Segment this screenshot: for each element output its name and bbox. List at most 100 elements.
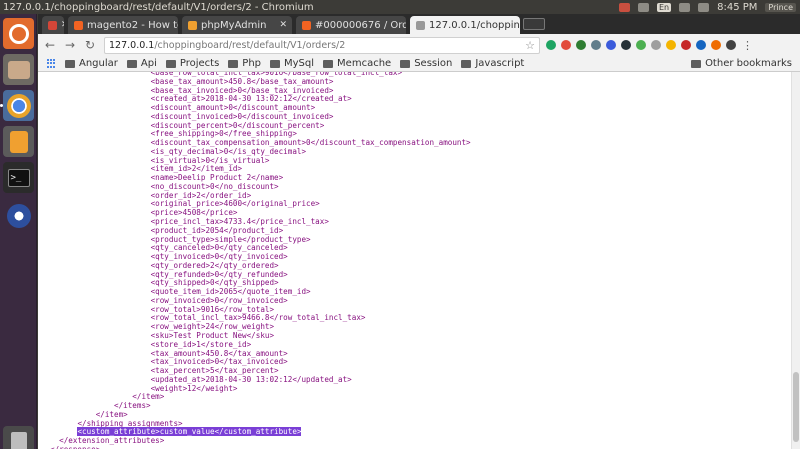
terminal-icon: >_ <box>7 168 30 187</box>
xml-text: <qty_canceled>0</qty_canceled> <box>150 243 288 253</box>
xml-text: <discount_tax_compensation_amount>0</dis… <box>150 138 471 148</box>
tab-strip: ✕ magento2 - How to ✕ phpMyAdmin ✕ #0000… <box>38 14 800 34</box>
vertical-scrollbar[interactable] <box>791 72 800 449</box>
bookmark-folder-php[interactable]: Php <box>228 58 261 69</box>
close-icon[interactable]: ✕ <box>279 20 292 30</box>
xml-text: <discount_percent>0</discount_percent> <box>150 120 325 130</box>
clock[interactable]: 8:45 PM <box>717 2 757 13</box>
browser-menu-icon[interactable]: ⋮ <box>742 39 753 52</box>
chromium-icon <box>6 93 31 118</box>
xml-text: <name>Deelip Product 2</name> <box>150 173 284 183</box>
launcher: >_ <box>0 14 37 449</box>
page-content[interactable]: <base_row_total_incl_tax>9016</base_row_… <box>38 72 800 449</box>
bookmark-folder-javascript[interactable]: Javascript <box>461 58 524 69</box>
bookmark-folder-memcache[interactable]: Memcache <box>323 58 391 69</box>
bookmark-label: Api <box>140 58 157 69</box>
bookmarks-bar: Angular Api Projects Php MySql Memcache … <box>38 56 800 72</box>
extension-icon[interactable] <box>651 40 661 50</box>
xml-text: </shipping_assignments> <box>77 418 183 428</box>
app-launcher[interactable] <box>3 200 34 231</box>
trash-launcher[interactable] <box>3 426 34 449</box>
reload-icon[interactable]: ↻ <box>82 37 98 53</box>
bookmark-folder-mysql[interactable]: MySql <box>270 58 314 69</box>
folder-icon <box>400 59 411 68</box>
tab-label: magento2 - How to <box>87 19 178 31</box>
extension-icon[interactable] <box>546 40 556 50</box>
url-path: /choppingboard/rest/default/V1/orders/2 <box>154 39 346 51</box>
extension-icon[interactable] <box>561 40 571 50</box>
xml-text: <original_price>4600</original_price> <box>150 199 320 209</box>
url-host: 127.0.0.1 <box>109 39 155 51</box>
xml-text: <is_qty_decimal>0</is_qty_decimal> <box>150 146 307 156</box>
apps-button[interactable] <box>47 59 56 68</box>
bookmark-folder-angular[interactable]: Angular <box>65 58 118 69</box>
files-launcher[interactable] <box>3 54 34 85</box>
xml-text: <sku>Test Product New</sku> <box>150 330 275 340</box>
new-tab-button[interactable] <box>523 18 545 30</box>
indicator-icon[interactable] <box>618 2 630 12</box>
wifi-icon[interactable] <box>637 2 649 12</box>
extension-icon[interactable] <box>681 40 691 50</box>
selected-xml-text: <custom_attribute>custom_value</custom_a… <box>77 427 302 437</box>
ubuntu-dash-button[interactable] <box>3 18 34 49</box>
xml-text: <tax_amount>450.8</tax_amount> <box>150 348 288 358</box>
extension-icon[interactable] <box>621 40 631 50</box>
folder-icon <box>270 59 281 68</box>
forward-icon[interactable]: → <box>62 37 78 53</box>
extension-icon[interactable] <box>711 40 721 50</box>
tab-orders-api[interactable]: 127.0.0.1/chopping ✕ <box>410 16 520 34</box>
other-bookmarks[interactable]: Other bookmarks <box>691 58 792 69</box>
running-indicator <box>0 104 3 107</box>
bookmark-label: Angular <box>79 58 118 69</box>
xml-text: <updated_at>2018-04-30 13:02:12</updated… <box>150 374 352 384</box>
extension-icon[interactable] <box>576 40 586 50</box>
folder-icon <box>323 59 334 68</box>
tab-order[interactable]: #000000676 / Order ✕ <box>296 16 406 34</box>
sublime-text-icon <box>9 130 28 153</box>
xml-text: </extension_attributes> <box>59 436 165 446</box>
extension-icon[interactable] <box>606 40 616 50</box>
extension-icon[interactable] <box>726 40 736 50</box>
folder-icon <box>691 59 702 68</box>
magento-icon <box>302 20 311 30</box>
xml-text: <row_total>9016</row_total> <box>150 304 275 314</box>
extension-icon[interactable] <box>591 40 601 50</box>
terminal-launcher[interactable]: >_ <box>3 162 34 193</box>
xml-text: <store_id>1</store_id> <box>150 339 252 349</box>
keyboard-layout-indicator[interactable]: En <box>656 2 672 12</box>
tab-label: phpMyAdmin <box>201 19 267 31</box>
xml-text: <qty_refunded>0</qty_refunded> <box>150 269 288 279</box>
xml-text: <qty_ordered>2</qty_ordered> <box>150 260 279 270</box>
extension-icon[interactable] <box>666 40 676 50</box>
bookmark-folder-session[interactable]: Session <box>400 58 452 69</box>
tab-phpmyadmin[interactable]: phpMyAdmin ✕ <box>182 16 292 34</box>
tab-magento2-how-to[interactable]: magento2 - How to ✕ <box>68 16 178 34</box>
battery-icon[interactable] <box>679 2 691 12</box>
bookmark-label: Projects <box>179 58 220 69</box>
bookmark-folder-api[interactable]: Api <box>126 58 157 69</box>
extension-icon[interactable] <box>696 40 706 50</box>
chromium-launcher[interactable] <box>3 90 34 121</box>
address-bar[interactable]: 127.0.0.1/choppingboard/rest/default/V1/… <box>104 36 540 54</box>
scrollbar-thumb[interactable] <box>793 372 799 442</box>
volume-icon[interactable] <box>698 2 710 12</box>
files-icon <box>7 60 30 79</box>
tab-gmail[interactable]: ✕ <box>42 16 64 34</box>
xml-text: <tax_percent>5</tax_percent> <box>150 366 279 376</box>
sublime-text-launcher[interactable] <box>3 126 34 157</box>
browser-toolbar: ← → ↻ 127.0.0.1/choppingboard/rest/defau… <box>38 34 800 56</box>
magento-icon <box>74 20 83 30</box>
xml-line: </extension_attributes> <box>50 436 471 446</box>
xml-text: </items> <box>114 401 151 411</box>
xml-text: <row_invoiced>0</row_invoiced> <box>150 295 288 305</box>
back-icon[interactable]: ← <box>42 37 58 53</box>
bookmark-star-icon[interactable]: ☆ <box>525 39 535 52</box>
window-title: 127.0.0.1/choppingboard/rest/default/V1/… <box>3 1 314 13</box>
xml-text: </response> <box>50 445 100 449</box>
close-icon[interactable]: ✕ <box>61 20 64 30</box>
user-menu[interactable]: Prince <box>765 2 796 12</box>
xml-text: <discount_amount>0</discount_amount> <box>150 103 316 113</box>
xml-text: <price>4508</price> <box>150 208 238 218</box>
bookmark-folder-projects[interactable]: Projects <box>165 58 220 69</box>
extension-icon[interactable] <box>636 40 646 50</box>
